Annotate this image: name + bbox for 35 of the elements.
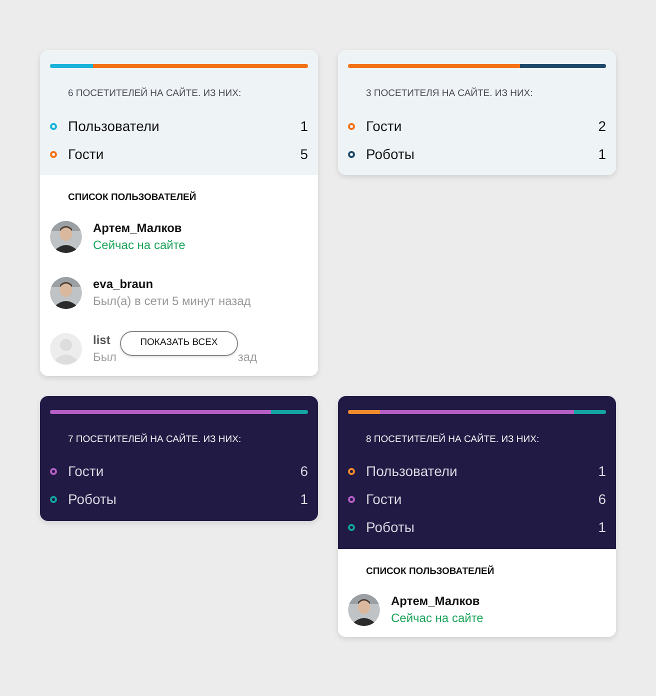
group-count: 1	[598, 462, 606, 482]
visitors-summary: 6 ПОСЕТИТЕЛЕЙ НА САЙТЕ. ИЗ НИХ:	[67, 87, 242, 101]
show-all-button[interactable]: ПОКАЗАТЬ ВСЕХ	[120, 330, 238, 356]
users-title: СПИСОК ПОЛЬЗОВАТЕЛЕЙ	[67, 191, 198, 206]
user-status: зад	[238, 348, 257, 366]
group-count: 5	[300, 144, 308, 164]
user-status: Сейчас на сайте	[391, 610, 484, 627]
group-label: Роботы	[366, 518, 416, 538]
visitors-summary: 7 ПОСЕТИТЕЛЕЙ НА САЙТЕ. ИЗ НИХ:	[67, 432, 242, 446]
user-name[interactable]: Артем_Малков	[391, 593, 480, 610]
avatar-placeholder-icon	[50, 332, 82, 364]
group-count: 2	[598, 116, 606, 136]
group-label: Гости	[366, 116, 403, 136]
group-count: 1	[300, 116, 308, 136]
group-label: Роботы	[366, 144, 416, 164]
visitors-summary: 3 ПОСЕТИТЕЛЯ НА САЙТЕ. ИЗ НИХ:	[365, 87, 534, 101]
user-status: Был(а) в сети 5 минут назад	[93, 292, 251, 310]
group-count: 1	[598, 144, 606, 164]
group-label: Пользователи	[68, 116, 160, 136]
user-status: Был	[93, 348, 117, 366]
users-title: СПИСОК ПОЛЬЗОВАТЕЛЕЙ	[365, 564, 496, 579]
user-name[interactable]: list	[93, 332, 110, 348]
group-count: 6	[598, 490, 606, 510]
user-status: Сейчас на сайте	[93, 236, 186, 254]
group-label: Гости	[366, 490, 403, 510]
group-label: Роботы	[68, 490, 118, 510]
visitors-summary: 8 ПОСЕТИТЕЛЕЙ НА САЙТЕ. ИЗ НИХ:	[365, 432, 540, 446]
user-name[interactable]: eva_braun	[93, 276, 154, 292]
group-count: 6	[300, 462, 308, 482]
group-label: Гости	[68, 462, 105, 482]
group-label: Гости	[68, 144, 105, 164]
group-count: 1	[300, 490, 308, 510]
user-name[interactable]: Артем_Малков	[93, 220, 182, 236]
group-label: Пользователи	[366, 462, 458, 482]
group-count: 1	[598, 518, 606, 538]
